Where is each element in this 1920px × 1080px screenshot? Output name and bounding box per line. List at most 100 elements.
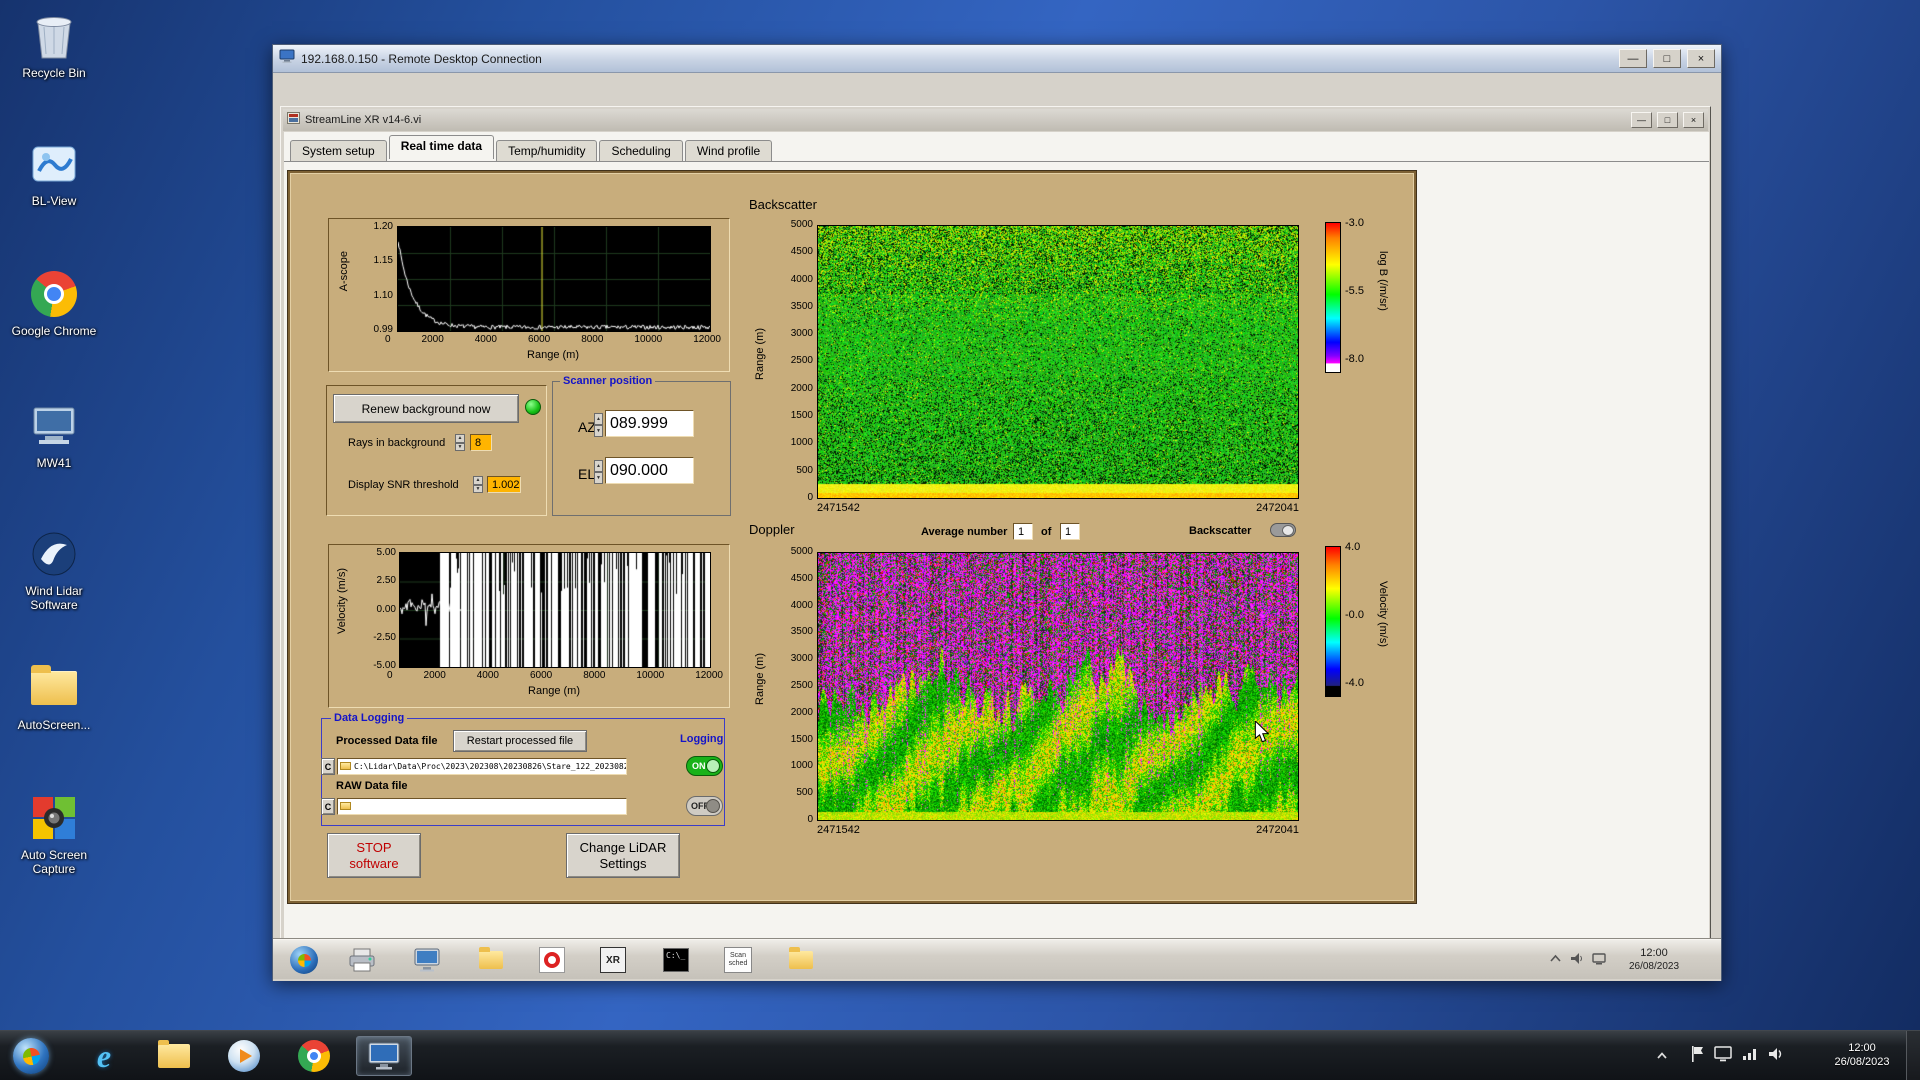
show-desktop-button[interactable] <box>1906 1031 1920 1080</box>
backscatter-x-end: 2472041 <box>1256 502 1299 514</box>
el-spinner[interactable]: ▲ ▼ <box>594 460 603 484</box>
change-lidar-settings-button[interactable]: Change LiDAR Settings <box>566 833 680 878</box>
app-minimize-button[interactable]: — <box>1631 112 1652 128</box>
tick-label: 10000 <box>634 334 663 345</box>
tick-label: 12000 <box>693 334 721 345</box>
rays-spinner[interactable]: ▲ ▼ <box>455 434 465 451</box>
tab-system-setup[interactable]: System setup <box>290 140 387 161</box>
rdp-close-button[interactable]: × <box>1687 49 1715 68</box>
app-close-button[interactable]: × <box>1683 112 1704 128</box>
folder-icon[interactable] <box>475 944 507 976</box>
tick-label: 1.20 <box>373 221 393 232</box>
processed-data-file-label: Processed Data file <box>336 735 438 747</box>
tick-label: 5000 <box>790 219 813 230</box>
renew-background-button[interactable]: Renew background now <box>333 394 519 423</box>
taskbar-chrome-button[interactable] <box>288 1036 340 1076</box>
backscatter-colorbar <box>1325 222 1341 373</box>
rdp-start-button[interactable] <box>288 944 320 976</box>
rdp-minimize-button[interactable]: — <box>1619 49 1647 68</box>
raw-logging-toggle[interactable]: OFF <box>686 796 723 816</box>
processed-drive-button[interactable]: C <box>321 758 335 775</box>
explorer-folder-icon[interactable] <box>785 944 817 976</box>
average-number-field[interactable]: 1 <box>1013 523 1033 540</box>
display-settings-icon[interactable] <box>411 944 443 976</box>
terminal-icon[interactable]: C:\_ <box>660 944 692 976</box>
tab-scheduling[interactable]: Scheduling <box>599 140 683 161</box>
rdp-tray-icons[interactable] <box>1549 952 1606 965</box>
folder-icon <box>28 662 80 714</box>
tick-label: 4500 <box>790 572 813 584</box>
ascope-plot-canvas <box>397 226 711 332</box>
app-icon <box>287 111 300 129</box>
desktop-icon-mw41[interactable]: MW41 <box>6 400 102 470</box>
start-button[interactable] <box>8 1036 54 1076</box>
backscatter-cb-label: log B (/m/sr) <box>1377 251 1389 311</box>
backscatter-x-ticks: 2471542 2472041 <box>817 502 1299 514</box>
app-restore-button[interactable]: □ <box>1657 112 1678 128</box>
desktop-icon-google-chrome[interactable]: Google Chrome <box>6 268 102 338</box>
xr-app-icon[interactable]: XR <box>597 944 629 976</box>
tab-real-time-data[interactable]: Real time data <box>388 135 495 159</box>
tick-label: 3000 <box>790 328 813 340</box>
tick-label: 3000 <box>790 653 813 665</box>
backscatter-y-ticks: 5000 4500 4000 3500 3000 2500 2000 1500 1000 500 0 <box>773 219 813 503</box>
network-icon <box>1743 1049 1756 1060</box>
tab-bar: System setup Real time data Temp/humidit… <box>290 134 774 161</box>
browse-folder-icon[interactable] <box>340 802 351 810</box>
rdp-clock[interactable]: 12:00 26/08/2023 <box>1618 946 1690 974</box>
app-titlebar[interactable]: StreamLine XR v14-6.vi — □ × <box>283 109 1708 131</box>
action-center-flag-icon <box>1692 1046 1703 1062</box>
tab-temp-humidity[interactable]: Temp/humidity <box>496 140 598 161</box>
scan-scheduler-icon[interactable]: Scan sched <box>722 944 754 976</box>
tick-label: 2500 <box>790 679 813 691</box>
el-label: EL <box>578 466 596 482</box>
desktop-icon-autoscreen-folder[interactable]: AutoScreen... <box>6 662 102 732</box>
tick-label: 6000 <box>527 334 551 345</box>
restart-processed-file-button[interactable]: Restart processed file <box>453 730 587 752</box>
auto-screen-capture-icon <box>28 792 80 844</box>
snr-threshold-label: Display SNR threshold <box>348 479 459 491</box>
tab-divider <box>284 161 1709 162</box>
az-value-field[interactable]: 089.999 <box>605 410 694 437</box>
raw-drive-button[interactable]: C <box>321 798 335 815</box>
desktop-icon-wind-lidar[interactable]: Wind Lidar Software <box>6 528 102 612</box>
tick-label: 4000 <box>790 599 813 611</box>
el-value-field[interactable]: 090.000 <box>605 457 694 484</box>
rdp-maximize-button[interactable]: □ <box>1653 49 1681 68</box>
rays-value-field[interactable]: 8 <box>470 434 492 451</box>
tick-label: 1000 <box>790 760 813 772</box>
data-logging-title: Data Logging <box>331 712 408 724</box>
of-value-field[interactable]: 1 <box>1060 523 1080 540</box>
az-spinner[interactable]: ▲ ▼ <box>594 413 603 437</box>
tab-wind-profile[interactable]: Wind profile <box>684 140 773 161</box>
app-window-title: StreamLine XR v14-6.vi <box>305 114 422 126</box>
taskbar-explorer-button[interactable] <box>148 1036 200 1076</box>
host-clock[interactable]: 12:00 26/08/2023 <box>1822 1041 1902 1069</box>
desktop-icon-recycle-bin[interactable]: Recycle Bin <box>6 10 102 80</box>
processed-logging-toggle[interactable]: ON <box>686 756 723 776</box>
processed-path-field[interactable]: C:\Lidar\Data\Proc\2023\202308\20230826\… <box>337 758 627 775</box>
snr-spinner[interactable]: ▲ ▼ <box>473 476 483 493</box>
tick-label: 4000 <box>476 670 499 681</box>
desktop-icon-bl-view[interactable]: BL-View <box>6 138 102 208</box>
tray-chevron-icon[interactable] <box>1655 1049 1669 1063</box>
printer-icon[interactable] <box>346 944 378 976</box>
tray-icons[interactable] <box>1690 1045 1785 1063</box>
browse-folder-icon[interactable] <box>340 762 351 770</box>
average-number-label: Average number <box>921 526 1008 538</box>
taskbar-rdp-button[interactable] <box>356 1036 412 1076</box>
stop-app-icon[interactable] <box>536 944 568 976</box>
raw-path-field[interactable] <box>337 798 627 815</box>
rdp-titlebar[interactable]: 192.168.0.150 - Remote Desktop Connectio… <box>273 45 1721 73</box>
background-status-led <box>525 399 541 415</box>
tick-label: 500 <box>796 464 813 476</box>
backscatter-toggle[interactable] <box>1270 523 1296 537</box>
taskbar-wmp-button[interactable] <box>218 1036 270 1076</box>
desktop-icon-auto-screen-capture[interactable]: Auto Screen Capture <box>6 792 102 876</box>
taskbar-ie-button[interactable]: e <box>78 1036 130 1076</box>
toggle-knob <box>706 799 720 813</box>
stop-software-button[interactable]: STOP software <box>327 833 421 878</box>
snr-value-field[interactable]: 1.002 <box>487 476 521 493</box>
tick-label: 1.15 <box>373 255 393 267</box>
desktop-icon-label: MW41 <box>36 456 72 470</box>
